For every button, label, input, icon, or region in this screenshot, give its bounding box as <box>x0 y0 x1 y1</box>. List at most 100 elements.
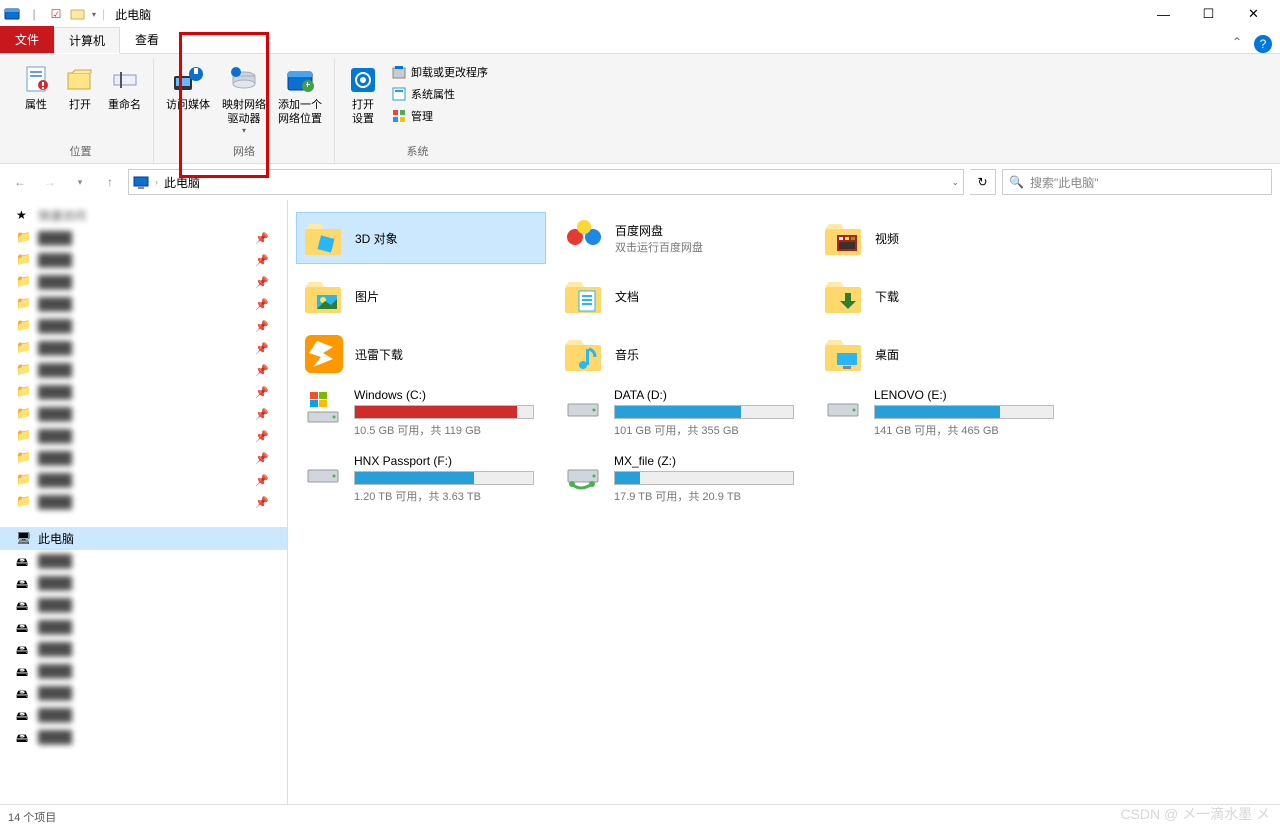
hdd-icon: 🖴 <box>16 553 32 569</box>
drive-item[interactable]: LENOVO (E:)141 GB 可用，共 465 GB <box>816 386 1066 446</box>
tab-file[interactable]: 文件 <box>0 26 54 53</box>
nav-tree[interactable]: ★快速访问📁████📌📁████📌📁████📌📁████📌📁████📌📁████… <box>0 200 288 804</box>
nav-forward-button[interactable]: → <box>38 170 62 194</box>
nav-recent-button[interactable]: ▾ <box>68 170 92 194</box>
folder-sub: 双击运行百度网盘 <box>615 239 703 255</box>
minimize-button[interactable]: — <box>1141 0 1186 28</box>
tab-computer[interactable]: 计算机 <box>54 27 120 54</box>
sidebar-item[interactable]: 📁████📌 <box>0 227 287 249</box>
maximize-button[interactable]: ☐ <box>1186 0 1231 28</box>
sidebar-item[interactable]: 🖴████ <box>0 550 287 572</box>
folder-icon <box>563 333 605 375</box>
help-icon[interactable]: ? <box>1254 35 1272 53</box>
ribbon-map-drive-button[interactable]: 映射网络 驱动器 ▾ <box>218 62 270 137</box>
folder-name: 音乐 <box>615 346 639 363</box>
pin-icon: 📌 <box>255 232 269 245</box>
nav-up-button[interactable]: ↑ <box>98 170 122 194</box>
folder-icon <box>303 275 345 317</box>
folder-icon: 📁 <box>16 296 32 312</box>
tab-view[interactable]: 查看 <box>120 26 174 53</box>
sidebar-item[interactable]: 📁████📌 <box>0 403 287 425</box>
sidebar-item[interactable]: 🖴████ <box>0 594 287 616</box>
drive-item[interactable]: MX_file (Z:)17.9 TB 可用，共 20.9 TB <box>556 452 806 512</box>
sidebar-item[interactable]: 🖴████ <box>0 572 287 594</box>
ribbon-properties-button[interactable]: 属性 <box>16 62 56 114</box>
address-dropdown-icon[interactable]: ⌄ <box>951 177 959 188</box>
folder-name: 视频 <box>875 230 899 247</box>
sidebar-item[interactable]: 📁████📌 <box>0 315 287 337</box>
sidebar-item[interactable]: 📁████📌 <box>0 381 287 403</box>
folder-name: 迅雷下载 <box>355 346 403 363</box>
ribbon-open-button[interactable]: 打开 <box>60 62 100 114</box>
drive-item[interactable]: DATA (D:)101 GB 可用，共 355 GB <box>556 386 806 446</box>
ribbon-tabs: 文件 计算机 查看 ⌃ ? <box>0 28 1280 54</box>
qat-check-icon[interactable]: ☑ <box>48 6 64 22</box>
folder-icon: 📁 <box>16 318 32 334</box>
pin-icon: 📌 <box>255 320 269 333</box>
hdd-icon: 🖴 <box>16 619 32 635</box>
ribbon-collapse-button[interactable]: ⌃ <box>1226 31 1248 53</box>
app-icon <box>4 6 20 22</box>
status-bar: 14 个项目 <box>0 804 1280 828</box>
qat-folder-icon[interactable] <box>70 6 86 22</box>
sidebar-item[interactable]: 🖴████ <box>0 660 287 682</box>
sidebar-item[interactable]: 🖴████ <box>0 638 287 660</box>
pin-icon: 📌 <box>255 430 269 443</box>
drive-name: DATA (D:) <box>614 388 800 402</box>
folder-icon <box>823 217 865 259</box>
hdd-icon: 🖴 <box>16 707 32 723</box>
breadcrumb[interactable]: 此电脑 <box>164 174 200 191</box>
ribbon-media-button[interactable]: 访问媒体 <box>162 62 214 114</box>
address-bar[interactable]: › 此电脑 ⌄ <box>128 169 964 195</box>
drive-item[interactable]: Windows (C:)10.5 GB 可用，共 119 GB <box>296 386 546 446</box>
ribbon-uninstall-button[interactable]: 卸载或更改程序 <box>387 62 492 82</box>
sidebar-item[interactable]: 📁████📌 <box>0 359 287 381</box>
sidebar-item[interactable]: 📁████📌 <box>0 293 287 315</box>
pin-icon: 📌 <box>255 386 269 399</box>
sidebar-item[interactable]: 🖥此电脑 <box>0 527 287 550</box>
content-area[interactable]: 3D 对象百度网盘双击运行百度网盘 视频图片 文档下载迅雷下载 音乐 桌面 Window… <box>288 200 1280 804</box>
sidebar-item[interactable]: 🖴████ <box>0 704 287 726</box>
drive-name: LENOVO (E:) <box>874 388 1060 402</box>
folder-item[interactable]: 文档 <box>556 270 806 322</box>
sidebar-item[interactable]: 📁████📌 <box>0 447 287 469</box>
folder-item[interactable]: 视频 <box>816 212 1066 264</box>
nav-bar: ← → ▾ ↑ › 此电脑 ⌄ ↻ 🔍 搜索"此电脑" <box>0 164 1280 200</box>
nav-back-button[interactable]: ← <box>8 170 32 194</box>
ribbon-add-location-button[interactable]: 添加一个 网络位置 <box>274 62 326 128</box>
sidebar-item[interactable]: 📁████📌 <box>0 491 287 513</box>
folder-item[interactable]: 3D 对象 <box>296 212 546 264</box>
drive-sub: 1.20 TB 可用，共 3.63 TB <box>354 488 540 504</box>
folder-item[interactable]: 百度网盘双击运行百度网盘 <box>556 212 806 264</box>
sidebar-item[interactable]: 📁████📌 <box>0 425 287 447</box>
folder-item[interactable]: 下载 <box>816 270 1066 322</box>
sidebar-item[interactable]: 📁████📌 <box>0 469 287 491</box>
sidebar-item[interactable]: 📁████📌 <box>0 337 287 359</box>
ribbon-rename-button[interactable]: 重命名 <box>104 62 145 114</box>
pin-icon: 📌 <box>255 474 269 487</box>
folder-item[interactable]: 迅雷下载 <box>296 328 546 380</box>
search-input[interactable]: 🔍 搜索"此电脑" <box>1002 169 1272 195</box>
ribbon-open-settings-button[interactable]: 打开 设置 <box>343 62 383 128</box>
pc-icon: 🖥 <box>16 531 32 547</box>
folder-item[interactable]: 图片 <box>296 270 546 322</box>
sidebar-item[interactable]: 🖴████ <box>0 682 287 704</box>
drive-item[interactable]: HNX Passport (F:)1.20 TB 可用，共 3.63 TB <box>296 452 546 512</box>
hdd-icon: 🖴 <box>16 685 32 701</box>
drive-icon <box>822 388 864 430</box>
sidebar-item[interactable]: 🖴████ <box>0 616 287 638</box>
close-button[interactable]: ✕ <box>1231 0 1276 28</box>
refresh-button[interactable]: ↻ <box>970 169 996 195</box>
folder-item[interactable]: 音乐 <box>556 328 806 380</box>
sidebar-item[interactable]: 🖴████ <box>0 726 287 748</box>
folder-item[interactable]: 桌面 <box>816 328 1066 380</box>
sidebar-item[interactable]: 📁████📌 <box>0 271 287 293</box>
ribbon-sysprops-button[interactable]: 系统属性 <box>387 84 492 104</box>
sidebar-item[interactable]: 📁████📌 <box>0 249 287 271</box>
folder-name: 图片 <box>355 288 379 305</box>
ribbon-manage-button[interactable]: 管理 <box>387 106 492 126</box>
sidebar-item[interactable]: ★快速访问 <box>0 204 287 227</box>
folder-icon <box>303 217 345 259</box>
folder-icon <box>563 275 605 317</box>
qat-dropdown-icon[interactable]: ▾ <box>92 10 96 19</box>
